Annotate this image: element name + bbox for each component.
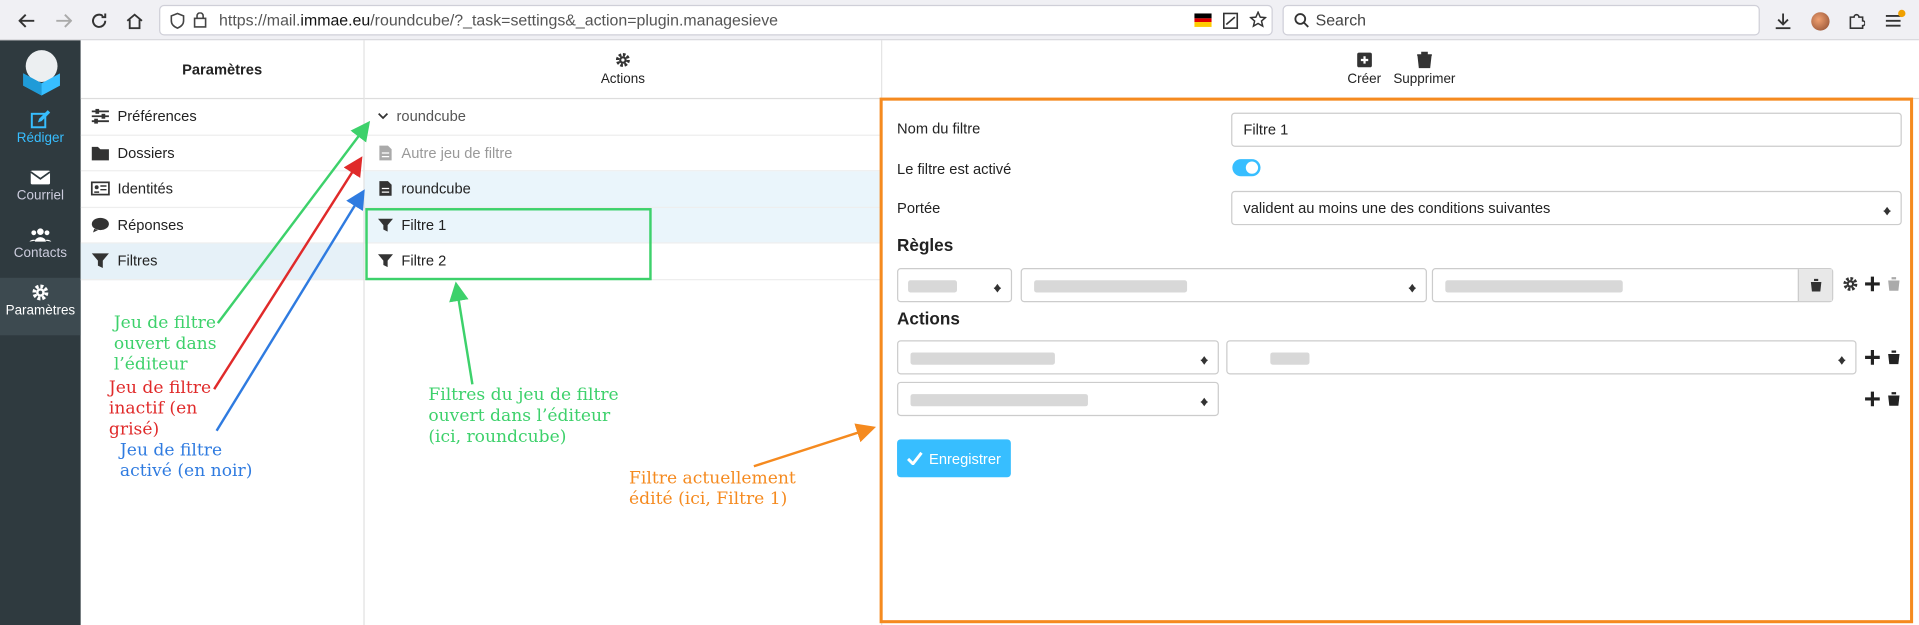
annotation-current-filter: Filtre actuellement édité (ici, Filtre 1… (629, 468, 796, 510)
editor-arrow (753, 423, 877, 468)
red-set-arrow (213, 156, 363, 390)
annotation-filters: Filtres du jeu de filtre ouvert dans l’é… (428, 385, 619, 447)
annotation-red-set: Jeu de filtre inactif (en grisé) (108, 378, 212, 440)
filters-highlight-box (365, 208, 652, 281)
annotation-green-set: Jeu de filtre ouvert dans l’éditeur (113, 313, 217, 375)
annotation-blue-set: Jeu de filtre activé (en noir) (119, 440, 253, 481)
editor-highlight-box (879, 97, 1914, 624)
annotation-overlay (213, 97, 1914, 624)
filters-arrow (449, 281, 474, 385)
